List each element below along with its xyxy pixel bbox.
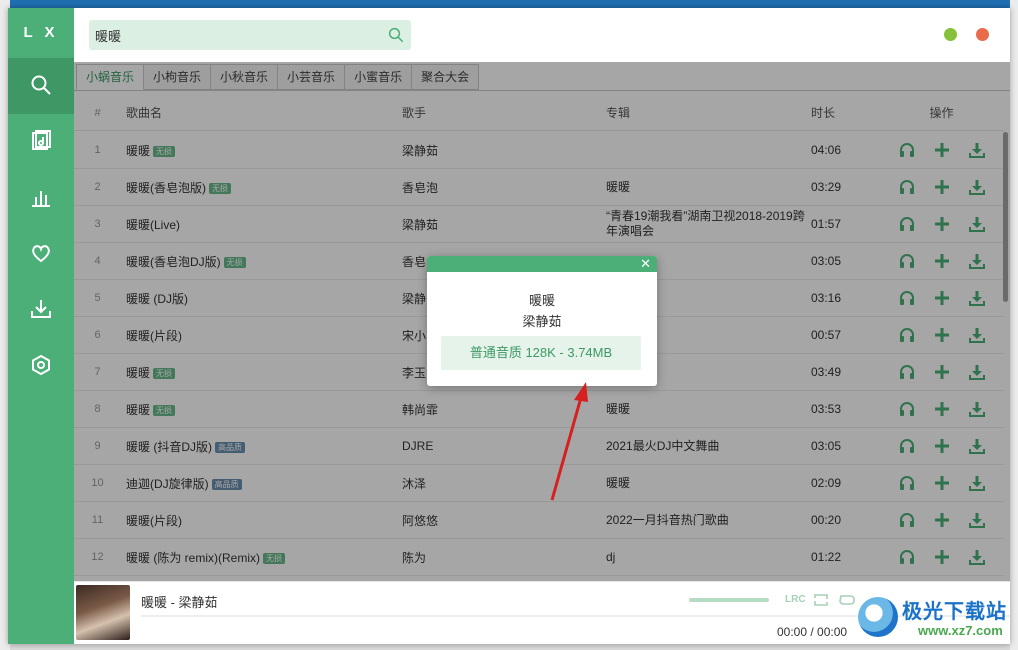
search-box	[89, 20, 411, 50]
loop-icon[interactable]	[812, 592, 830, 608]
playlist-icon[interactable]	[838, 592, 856, 608]
play-time: 00:00 / 00:00	[777, 625, 848, 639]
songlist-icon	[29, 129, 53, 156]
quality-option-button[interactable]: 普通音质 128K - 3.74MB	[441, 336, 641, 370]
dialog-song-artist: 梁静茹	[522, 314, 562, 329]
top-bar	[74, 8, 1010, 62]
app-logo: L X	[23, 24, 59, 41]
minimize-button[interactable]	[944, 28, 957, 41]
nav-download[interactable]	[8, 282, 74, 338]
search-icon	[29, 73, 53, 100]
quality-dialog: ✕ 暖暖 梁静茹 普通音质 128K - 3.74MB	[427, 256, 657, 386]
dialog-song-title: 暖暖	[528, 293, 555, 308]
lyrics-button[interactable]: LRC	[785, 594, 806, 610]
nav-songlist[interactable]	[8, 114, 74, 170]
leaderboard-icon	[29, 185, 53, 212]
watermark-url: www.xz7.com	[918, 623, 1003, 638]
main-panel: 小蜗音乐 小枸音乐 小秋音乐 小芸音乐 小蜜音乐 聚合大会 # 歌曲名 歌手 专…	[74, 8, 1010, 644]
now-playing-title: 暖暖 - 梁静茹	[141, 595, 218, 610]
download-icon	[29, 297, 53, 324]
album-cover[interactable]	[76, 585, 130, 640]
settings-icon	[29, 353, 53, 380]
desktop-background-right	[1010, 0, 1018, 650]
nav-favorites[interactable]	[8, 226, 74, 282]
volume-slider[interactable]	[689, 598, 769, 602]
nav-search[interactable]	[8, 58, 74, 114]
search-input[interactable]	[95, 20, 375, 50]
search-icon[interactable]	[387, 26, 405, 44]
close-icon[interactable]: ✕	[640, 257, 651, 271]
nav-leaderboard[interactable]	[8, 170, 74, 226]
annotation-arrow	[550, 382, 588, 501]
sidebar: L X	[8, 8, 74, 644]
watermark-logo-icon	[858, 597, 898, 637]
music-app-window: L X 暖暖 小蜗音乐 小枸音乐 小秋音乐 小芸音乐 小蜜音乐 聚合大会 # 歌…	[8, 8, 1010, 644]
nav-settings[interactable]	[8, 338, 74, 394]
close-window-button[interactable]	[976, 28, 989, 41]
watermark-text: 极光下载站	[902, 601, 1007, 623]
dialog-header: ✕	[427, 256, 657, 272]
watermark: 极光下载站 www.xz7.com	[858, 593, 1018, 645]
heart-icon	[29, 241, 53, 268]
